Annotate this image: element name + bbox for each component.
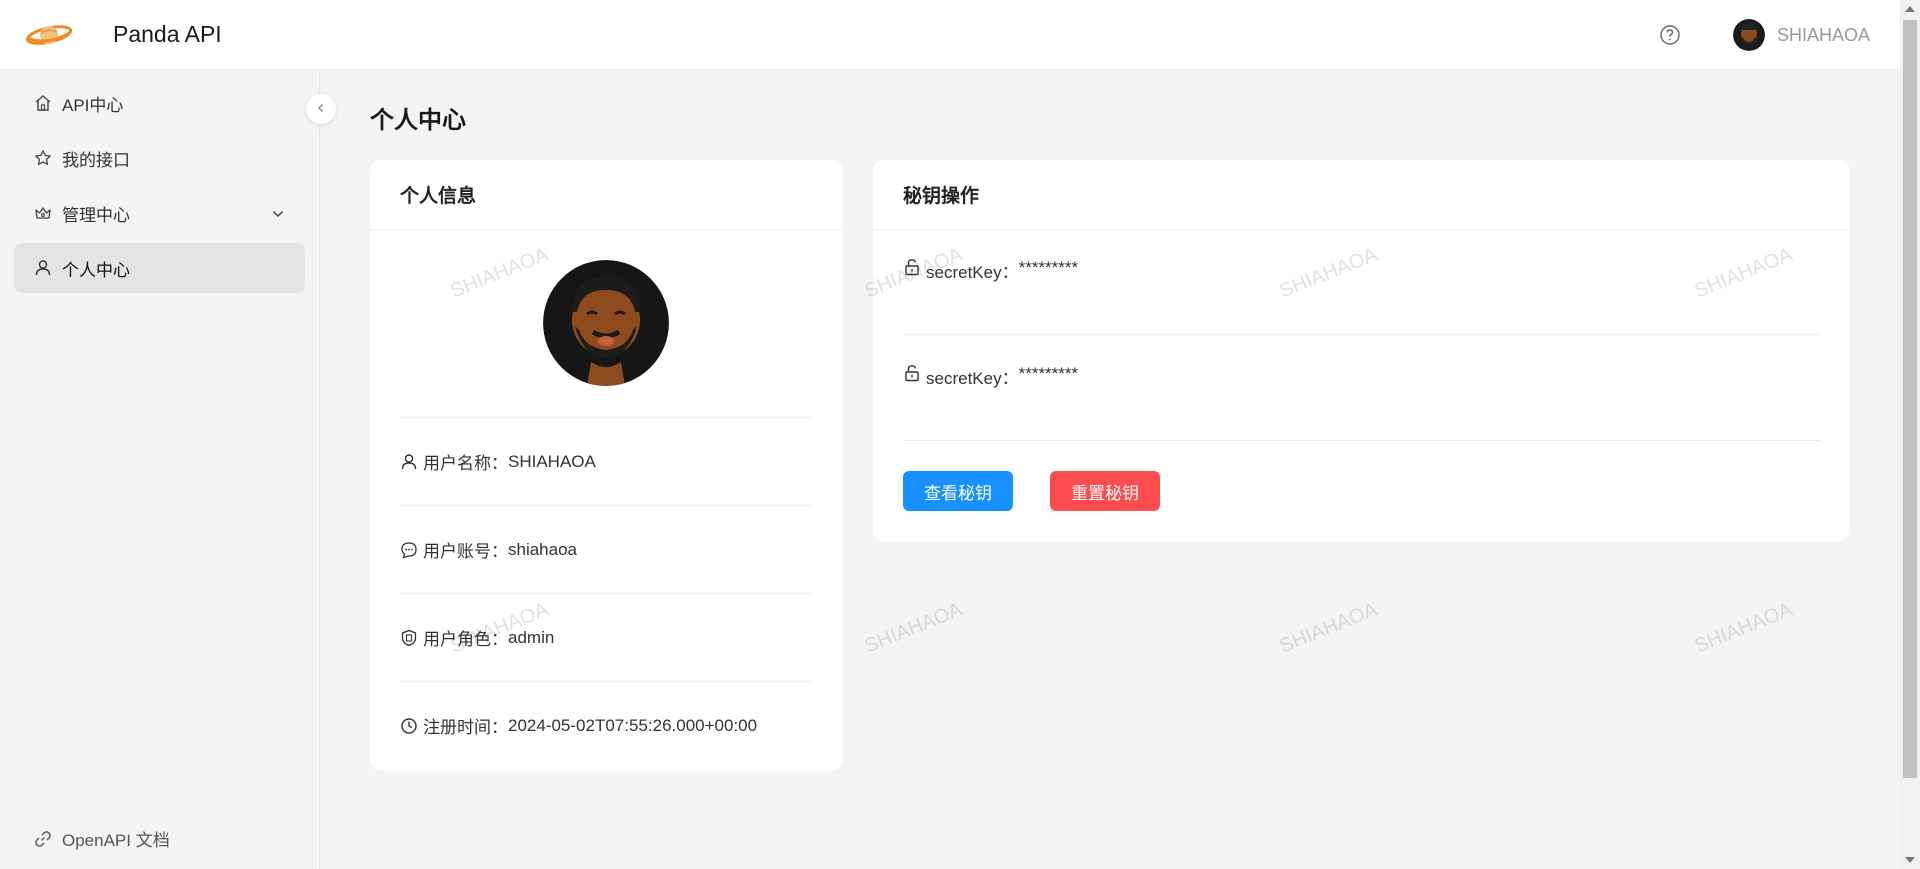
scroll-down-icon[interactable] <box>1905 857 1915 863</box>
app-title: Panda API <box>113 21 222 47</box>
comment-icon <box>400 541 418 559</box>
home-icon <box>34 94 52 112</box>
user-icon <box>400 453 418 471</box>
info-row-registered: 注册时间： 2024-05-02T07:55:26.000+00:00 <box>400 681 812 769</box>
user-icon <box>34 259 52 277</box>
secret-key-value: ********* <box>1018 258 1079 277</box>
star-icon <box>34 149 52 167</box>
sidebar: API中心 我的接口 管理中心 个人中心 OpenAPI 文档 <box>0 70 336 869</box>
vertical-scrollbar[interactable] <box>1900 0 1920 869</box>
question-circle-icon[interactable] <box>1659 24 1681 46</box>
sidebar-item-label: 个人中心 <box>62 260 130 280</box>
scrollbar-thumb[interactable] <box>1903 20 1917 778</box>
sidebar-item-personal-center[interactable]: 个人中心 <box>14 243 305 293</box>
page-title: 个人中心 <box>370 107 466 134</box>
avatar-large <box>543 260 669 386</box>
sidebar-item-my-interfaces[interactable]: 我的接口 <box>14 133 305 183</box>
info-label: 用户名称： <box>423 454 508 473</box>
info-value: shiahaoa <box>508 539 578 559</box>
info-label: 用户账号： <box>423 542 508 561</box>
scroll-up-icon[interactable] <box>1905 6 1915 12</box>
sidebar-item-admin-center[interactable]: 管理中心 <box>14 188 305 238</box>
view-secret-key-button[interactable]: 查看秘钥 <box>903 471 1013 511</box>
secret-key-value: ********* <box>1018 364 1079 383</box>
secret-key-label: secretKey： <box>926 263 1019 282</box>
secret-key-row: secretKey： ********* <box>903 230 1820 335</box>
secret-key-card: 秘钥操作 secretKey： ********* secretKey： ***… <box>873 160 1849 541</box>
sidebar-item-label: 管理中心 <box>62 205 130 225</box>
clock-icon <box>400 717 418 735</box>
planet-logo-icon <box>25 20 73 50</box>
secret-key-row: secretKey： ********* <box>903 336 1820 441</box>
sidebar-item-api-center[interactable]: API中心 <box>14 78 305 128</box>
personal-info-card: 个人信息 用户名称： SHIAHAOA 用户账号： shiahaoa 用户角色：… <box>370 160 843 770</box>
watermark: SHIAHAOA <box>1276 598 1381 658</box>
chevron-down-icon[interactable] <box>271 206 285 220</box>
sidebar-item-label: API中心 <box>62 95 124 115</box>
info-row-username: 用户名称： SHIAHAOA <box>400 417 812 505</box>
chevron-left-icon <box>315 99 327 119</box>
sidebar-menu: API中心 我的接口 管理中心 个人中心 <box>0 70 319 293</box>
info-label: 注册时间： <box>423 718 508 737</box>
unlock-icon <box>903 258 921 276</box>
collapse-sidebar-button[interactable] <box>306 94 336 124</box>
shield-icon <box>400 629 418 647</box>
card-title: 秘钥操作 <box>873 160 1849 230</box>
openapi-docs-link[interactable]: OpenAPI 文档 <box>34 826 170 851</box>
sidebar-item-label: 我的接口 <box>62 150 130 170</box>
top-header: Panda API SHIAHAOA <box>0 0 1900 70</box>
info-value: 2024-05-02T07:55:26.000+00:00 <box>508 715 758 735</box>
unlock-icon <box>903 364 921 382</box>
brand[interactable]: Panda API <box>25 20 222 50</box>
info-value: admin <box>508 627 555 647</box>
link-icon <box>34 830 52 848</box>
info-label: 用户角色： <box>423 630 508 649</box>
info-row-account: 用户账号： shiahaoa <box>400 505 812 593</box>
watermark: SHIAHAOA <box>1691 598 1796 658</box>
info-row-role: 用户角色： admin <box>400 593 812 681</box>
info-value: SHIAHAOA <box>508 451 596 471</box>
card-title: 个人信息 <box>370 160 843 230</box>
avatar[interactable] <box>1732 19 1765 51</box>
reset-secret-key-button[interactable]: 重置秘钥 <box>1050 471 1160 511</box>
watermark: SHIAHAOA <box>861 598 966 658</box>
crown-icon <box>34 204 52 222</box>
header-username[interactable]: SHIAHAOA <box>1777 25 1870 46</box>
openapi-docs-label: OpenAPI 文档 <box>62 831 170 850</box>
secret-key-label: secretKey： <box>926 369 1019 388</box>
